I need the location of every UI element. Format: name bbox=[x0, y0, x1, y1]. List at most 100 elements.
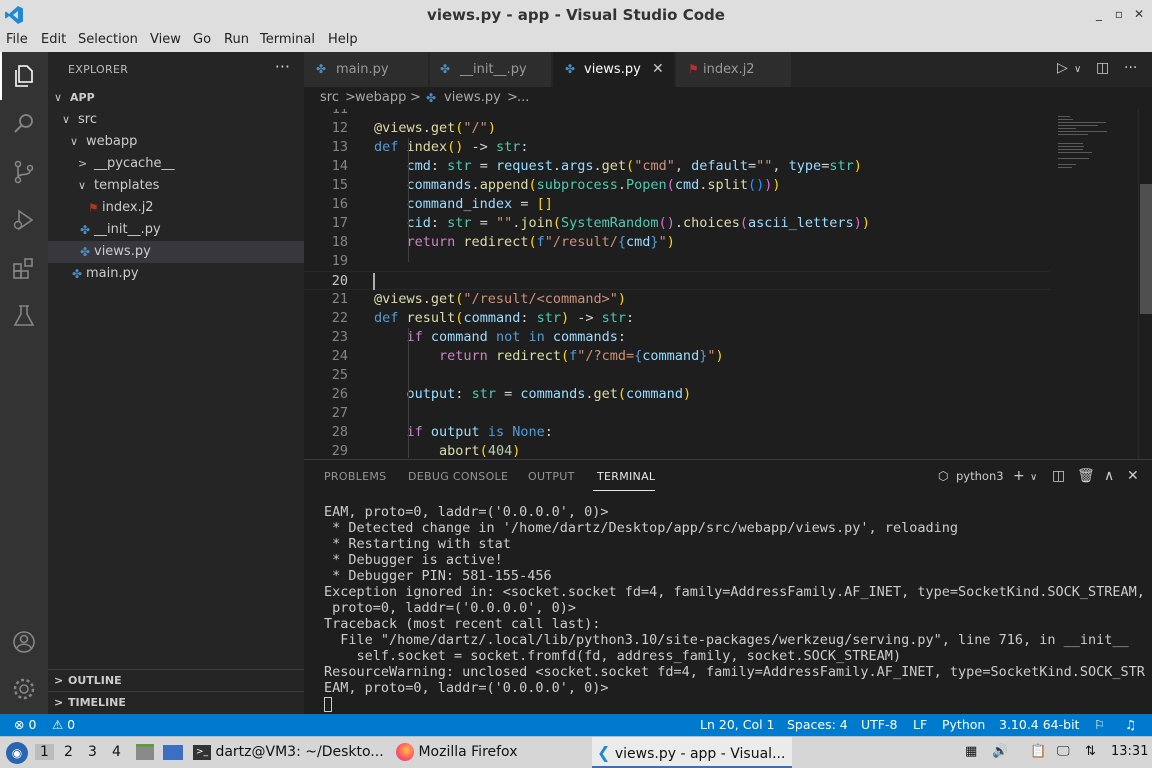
more-actions-icon[interactable]: ··· bbox=[1124, 60, 1137, 76]
close-window-button[interactable]: ✕ bbox=[1130, 5, 1148, 23]
tree-item[interactable]: ✤ views.py bbox=[48, 241, 304, 263]
terminal-shell-name[interactable]: python3 bbox=[956, 469, 1004, 483]
workspace-1[interactable]: 1 bbox=[35, 744, 54, 760]
search-icon[interactable] bbox=[11, 111, 37, 137]
timeline-section[interactable]: > TIMELINE bbox=[48, 691, 304, 713]
terminal-output[interactable]: EAM, proto=0, laddr=('0.0.0.0', 0)> * De… bbox=[324, 504, 1145, 712]
extensions-icon[interactable] bbox=[11, 255, 37, 281]
code-line[interactable]: 24 return redirect(f"/?cmd={command}") bbox=[304, 347, 1050, 366]
tree-item[interactable]: ✤ main.py bbox=[48, 263, 304, 285]
indentation[interactable]: Spaces: 4 bbox=[787, 714, 848, 736]
tab-terminal[interactable]: TERMINAL bbox=[597, 470, 655, 483]
close-panel-icon[interactable]: ✕ bbox=[1127, 468, 1139, 484]
tab-problems[interactable]: PROBLEMS bbox=[324, 470, 386, 483]
minimize-button[interactable]: _ bbox=[1090, 5, 1108, 23]
code-line[interactable]: 13 def index() -> str: bbox=[304, 138, 1050, 157]
code-line[interactable]: 28 if output is None: bbox=[304, 423, 1050, 442]
split-terminal-icon[interactable]: ◫ bbox=[1052, 468, 1065, 484]
new-terminal-icon[interactable]: + bbox=[1013, 468, 1025, 484]
file-manager-icon[interactable] bbox=[136, 744, 154, 760]
menu-terminal[interactable]: Terminal bbox=[260, 32, 315, 47]
source-control-icon[interactable] bbox=[11, 159, 37, 185]
explorer-more-actions-button[interactable]: ··· bbox=[275, 57, 290, 76]
code-line[interactable]: 22 def result(command: str) -> str: bbox=[304, 309, 1050, 328]
tree-item[interactable]: ∨ webapp bbox=[48, 131, 304, 153]
explorer-icon[interactable] bbox=[11, 63, 37, 89]
maximize-panel-icon[interactable]: ∧ bbox=[1104, 468, 1114, 484]
code-line[interactable]: 23 if command not in commands: bbox=[304, 328, 1050, 347]
cursor-position[interactable]: Ln 20, Col 1 bbox=[700, 714, 775, 736]
tab-index-j2[interactable]: ⚑ index.j2 bbox=[676, 52, 792, 87]
tree-item[interactable]: ✤ __init__.py bbox=[48, 219, 304, 241]
clock[interactable]: 13:31 bbox=[1111, 744, 1148, 759]
clipboard-icon[interactable]: 📋 bbox=[1030, 744, 1046, 759]
tab-init-py[interactable]: ✤ __init__.py bbox=[430, 52, 552, 87]
breadcrumb-views-py[interactable]: views.py bbox=[444, 87, 501, 109]
workspace-3[interactable]: 3 bbox=[88, 744, 97, 760]
settings-gear-icon[interactable] bbox=[11, 676, 37, 702]
split-editor-icon[interactable]: ◫ bbox=[1096, 60, 1109, 76]
tab-views-py[interactable]: ✤ views.py ✕ bbox=[553, 52, 675, 87]
chevron-down-icon[interactable]: ∨ bbox=[1074, 64, 1081, 75]
breadcrumb-symbol[interactable]: ... bbox=[517, 87, 529, 109]
end-of-line[interactable]: LF bbox=[913, 714, 927, 736]
code-line[interactable]: 19 bbox=[304, 252, 1050, 271]
code-line[interactable]: 26 output: str = commands.get(command) bbox=[304, 385, 1050, 404]
menu-selection[interactable]: Selection bbox=[78, 32, 138, 47]
minimap[interactable] bbox=[1050, 109, 1138, 459]
code-line[interactable]: 15 commands.append(subprocess.Popen(cmd.… bbox=[304, 176, 1050, 195]
tree-item[interactable]: > __pycache__ bbox=[48, 153, 304, 175]
workspace-4[interactable]: 4 bbox=[112, 744, 121, 760]
code-line[interactable]: 14 cmd: str = request.args.get("cmd", de… bbox=[304, 157, 1050, 176]
network-icon[interactable]: ⇅ bbox=[1085, 744, 1096, 759]
accounts-icon[interactable] bbox=[11, 629, 37, 655]
tab-output[interactable]: OUTPUT bbox=[528, 470, 575, 483]
tree-item[interactable]: ⚑ index.j2 bbox=[48, 197, 304, 219]
breadcrumb-src[interactable]: src bbox=[320, 87, 339, 109]
code-line[interactable]: 16 command_index = [] bbox=[304, 195, 1050, 214]
problems-errors[interactable]: ⊗ 0 bbox=[14, 714, 36, 736]
tab-main-py[interactable]: ✤ main.py bbox=[304, 52, 429, 87]
code-line[interactable]: 18 return redirect(f"/result/{cmd}") bbox=[304, 233, 1050, 252]
editor-scrollbar[interactable] bbox=[1138, 109, 1152, 459]
task-vscode[interactable]: ❮ views.py - app - Visual... bbox=[592, 737, 792, 768]
menu-file[interactable]: File bbox=[6, 32, 28, 47]
menu-help[interactable]: Help bbox=[328, 32, 358, 47]
python-interpreter[interactable]: 3.10.4 64-bit bbox=[999, 714, 1079, 736]
window-list-icon[interactable]: ▦ bbox=[965, 744, 977, 759]
code-line[interactable]: 12 @views.get("/") bbox=[304, 119, 1050, 138]
close-tab-icon[interactable]: ✕ bbox=[652, 52, 664, 87]
breadcrumb-webapp[interactable]: webapp bbox=[355, 87, 406, 109]
code-line[interactable]: 20 bbox=[304, 271, 1050, 290]
tree-item[interactable]: ∨ templates bbox=[48, 175, 304, 197]
menu-view[interactable]: View bbox=[150, 32, 181, 47]
code-editor[interactable]: 11 12 @views.get("/") 13 def index() -> str:… bbox=[304, 109, 1050, 459]
testing-icon[interactable] bbox=[11, 303, 37, 329]
notifications-bell-icon[interactable]: ♫ bbox=[1125, 714, 1136, 736]
maximize-button[interactable]: ▫ bbox=[1110, 5, 1128, 23]
show-desktop-icon[interactable] bbox=[163, 745, 183, 760]
volume-icon[interactable]: 🔊 bbox=[992, 744, 1008, 759]
code-line[interactable]: 17 cid: str = "".join(SystemRandom().cho… bbox=[304, 214, 1050, 233]
code-line[interactable]: 25 bbox=[304, 366, 1050, 385]
tree-item[interactable]: ∨ src bbox=[48, 109, 304, 131]
menu-run[interactable]: Run bbox=[224, 32, 249, 47]
task-firefox[interactable]: Mozilla Firefox bbox=[396, 737, 586, 768]
problems-warnings[interactable]: ⚠ 0 bbox=[52, 714, 75, 736]
scrollbar-thumb[interactable] bbox=[1140, 184, 1152, 314]
terminal-prompt[interactable] bbox=[324, 696, 1144, 712]
feedback-icon[interactable]: ⚐ bbox=[1094, 714, 1105, 736]
task-terminal[interactable]: >_ dartz@VM3: ~/Deskto... bbox=[193, 737, 391, 768]
kill-terminal-icon[interactable]: 🗑 bbox=[1077, 468, 1095, 484]
run-python-file-icon[interactable]: ▷ bbox=[1057, 60, 1068, 76]
chevron-down-icon[interactable]: ∨ bbox=[1030, 472, 1037, 483]
run-debug-icon[interactable] bbox=[11, 207, 37, 233]
code-line[interactable]: 21 @views.get("/result/<command>") bbox=[304, 290, 1050, 309]
tab-debug-console[interactable]: DEBUG CONSOLE bbox=[408, 470, 508, 483]
workspace-2[interactable]: 2 bbox=[64, 744, 73, 760]
menu-go[interactable]: Go bbox=[193, 32, 211, 47]
outline-section[interactable]: > OUTLINE bbox=[48, 669, 304, 691]
code-line[interactable]: 27 bbox=[304, 404, 1050, 423]
display-icon[interactable]: 🖵 bbox=[1057, 744, 1070, 759]
code-line[interactable]: 29 abort(404) bbox=[304, 442, 1050, 459]
